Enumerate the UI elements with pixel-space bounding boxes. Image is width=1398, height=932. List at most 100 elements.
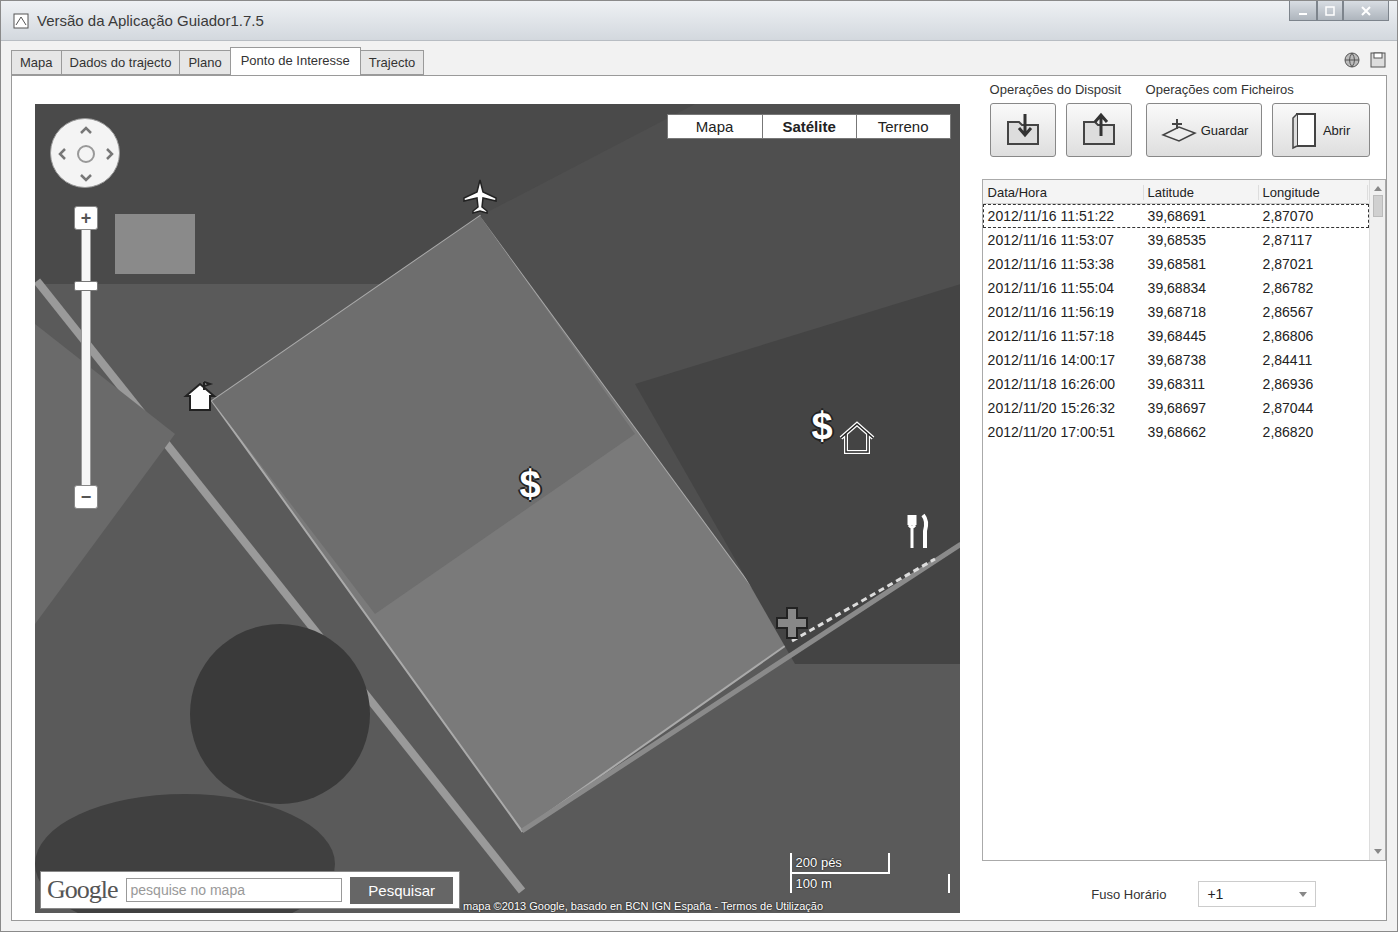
column-header[interactable]: Data/Hora <box>984 185 1144 200</box>
table-row[interactable]: 2012/11/16 14:00:1739,687382,84411 <box>983 348 1369 372</box>
table-cell: 2012/11/16 14:00:17 <box>984 352 1144 368</box>
right-panel: Operações do Disposit Operações com Fiche… <box>982 82 1386 920</box>
table-cell: 2012/11/16 11:53:38 <box>984 256 1144 272</box>
timezone-label: Fuso Horário <box>1091 887 1166 902</box>
map-pin[interactable] <box>897 511 937 551</box>
home-pin-icon[interactable] <box>180 376 220 416</box>
device-operations: Operações do Disposit <box>990 82 1132 157</box>
hospital-pin-icon[interactable] <box>772 603 812 643</box>
close-button[interactable] <box>1343 1 1389 21</box>
map-pin[interactable]: $ <box>519 465 540 503</box>
restaurant-pin-icon[interactable] <box>897 511 937 551</box>
table-cell: 2012/11/16 11:56:19 <box>984 304 1144 320</box>
table-cell: 39,68535 <box>1144 232 1259 248</box>
table-cell: 2,86782 <box>1259 280 1368 296</box>
tab[interactable]: Trajecto <box>360 50 424 75</box>
map-type-button[interactable]: Satélite <box>762 115 856 138</box>
pan-control[interactable] <box>50 118 120 188</box>
airport-pin-icon[interactable] <box>460 176 500 216</box>
table-row[interactable]: 2012/11/18 16:26:0039,683112,86936 <box>983 372 1369 396</box>
map-pin[interactable] <box>837 418 877 458</box>
map-pin[interactable]: $ <box>811 407 832 445</box>
close-icon <box>1361 6 1371 16</box>
download-button[interactable] <box>990 103 1056 157</box>
zoom-knob[interactable] <box>74 281 98 291</box>
zoom-out-button[interactable]: − <box>74 485 98 509</box>
table-cell: 39,68662 <box>1144 424 1259 440</box>
money-pin-icon[interactable]: $ <box>519 465 540 503</box>
table-cell: 2,84411 <box>1259 352 1368 368</box>
table-cell: 2012/11/18 16:26:00 <box>984 376 1144 392</box>
map-type-button[interactable]: Mapa <box>668 115 762 138</box>
app-window: Versão da Aplicação Guiador1.7.5MapaDado… <box>0 0 1398 932</box>
map-search-button[interactable]: Pesquisar <box>350 877 453 904</box>
table-header: Data/HoraLatitudeLongitude <box>983 180 1369 204</box>
scroll-thumb[interactable] <box>1373 195 1383 217</box>
maximize-button[interactable] <box>1317 1 1343 21</box>
table-cell: 39,68718 <box>1144 304 1259 320</box>
column-header[interactable]: Latitude <box>1144 185 1259 200</box>
table-cell: 2,87044 <box>1259 400 1368 416</box>
device-operations-title: Operações do Disposit <box>990 82 1132 97</box>
table-cell: 2,86936 <box>1259 376 1368 392</box>
tab[interactable]: Plano <box>179 50 230 75</box>
satellite-image <box>35 104 960 913</box>
disk-icon[interactable] <box>1369 51 1387 69</box>
timezone-row: Fuso Horário +1 <box>982 881 1386 907</box>
scrollbar[interactable] <box>1369 180 1385 860</box>
tab[interactable]: Ponto de Interesse <box>230 47 361 75</box>
tab-strip: MapaDados do trajectoPlanoPonto de Inter… <box>1 41 1397 75</box>
window-title: Versão da Aplicação Guiador1.7.5 <box>37 12 1281 29</box>
tab[interactable]: Dados do trajecto <box>61 50 181 75</box>
upload-button[interactable] <box>1066 103 1132 157</box>
file-buttons: GuardarAbrir <box>1146 103 1370 157</box>
table-cell: 2012/11/20 15:26:32 <box>984 400 1144 416</box>
map[interactable]: +−MapaSatéliteTerreno$$200 pés100 mGoogl… <box>35 104 960 913</box>
table-row[interactable]: 2012/11/16 11:56:1939,687182,86567 <box>983 300 1369 324</box>
table-cell: 2,86820 <box>1259 424 1368 440</box>
download-icon <box>1003 110 1043 150</box>
table-cell: 2,86806 <box>1259 328 1368 344</box>
table-row[interactable]: 2012/11/16 11:53:0739,685352,87117 <box>983 228 1369 252</box>
open-button[interactable]: Abrir <box>1272 103 1370 157</box>
file-operations-title: Operações com Ficheiros <box>1146 82 1370 97</box>
minimize-button[interactable] <box>1289 1 1317 21</box>
scroll-up-icon[interactable] <box>1374 186 1382 191</box>
map-pin[interactable] <box>460 176 500 216</box>
map-pin[interactable] <box>772 603 812 643</box>
map-search-input[interactable]: pesquise no mapa <box>126 878 343 902</box>
table-row[interactable]: 2012/11/16 11:51:2239,686912,87070 <box>983 204 1369 228</box>
zoom-in-button[interactable]: + <box>74 206 98 230</box>
scroll-down-icon[interactable] <box>1374 849 1382 854</box>
pan-arrows-icon <box>51 119 121 189</box>
table-cell: 39,68445 <box>1144 328 1259 344</box>
dropdown-arrow-icon <box>1299 892 1307 897</box>
table-body: Data/HoraLatitudeLongitude2012/11/16 11:… <box>983 180 1369 860</box>
column-header[interactable]: Longitude <box>1259 185 1368 200</box>
zoom-slider[interactable] <box>81 230 91 485</box>
table-cell: 2012/11/16 11:51:22 <box>984 208 1144 224</box>
save-icon <box>1159 115 1199 145</box>
save-button[interactable]: Guardar <box>1146 103 1262 157</box>
map-copyright[interactable]: mapa ©2013 Google, basado en BCN IGN Esp… <box>463 900 823 912</box>
table-row[interactable]: 2012/11/20 17:00:5139,686622,86820 <box>983 420 1369 444</box>
table-row[interactable]: 2012/11/16 11:57:1839,684452,86806 <box>983 324 1369 348</box>
google-logo: Google <box>47 875 118 905</box>
table-row[interactable]: 2012/11/16 11:55:0439,688342,86782 <box>983 276 1369 300</box>
table-row[interactable]: 2012/11/20 15:26:3239,686972,87044 <box>983 396 1369 420</box>
money-pin-icon[interactable]: $ <box>811 407 832 445</box>
table-cell: 2,87021 <box>1259 256 1368 272</box>
table-cell: 2,87117 <box>1259 232 1368 248</box>
table-row[interactable]: 2012/11/16 11:53:3839,685812,87021 <box>983 252 1369 276</box>
house-pin-icon[interactable] <box>837 418 877 458</box>
tab[interactable]: Mapa <box>11 50 62 75</box>
map-type-button[interactable]: Terreno <box>856 115 950 138</box>
app-icon <box>13 13 29 29</box>
map-pin[interactable] <box>180 376 220 416</box>
timezone-select[interactable]: +1 <box>1198 881 1316 907</box>
scale-metric: 100 m <box>790 874 950 893</box>
points-table: Data/HoraLatitudeLongitude2012/11/16 11:… <box>982 179 1386 861</box>
table-cell: 39,68697 <box>1144 400 1259 416</box>
table-cell: 2,87070 <box>1259 208 1368 224</box>
globe-icon[interactable] <box>1343 51 1361 69</box>
